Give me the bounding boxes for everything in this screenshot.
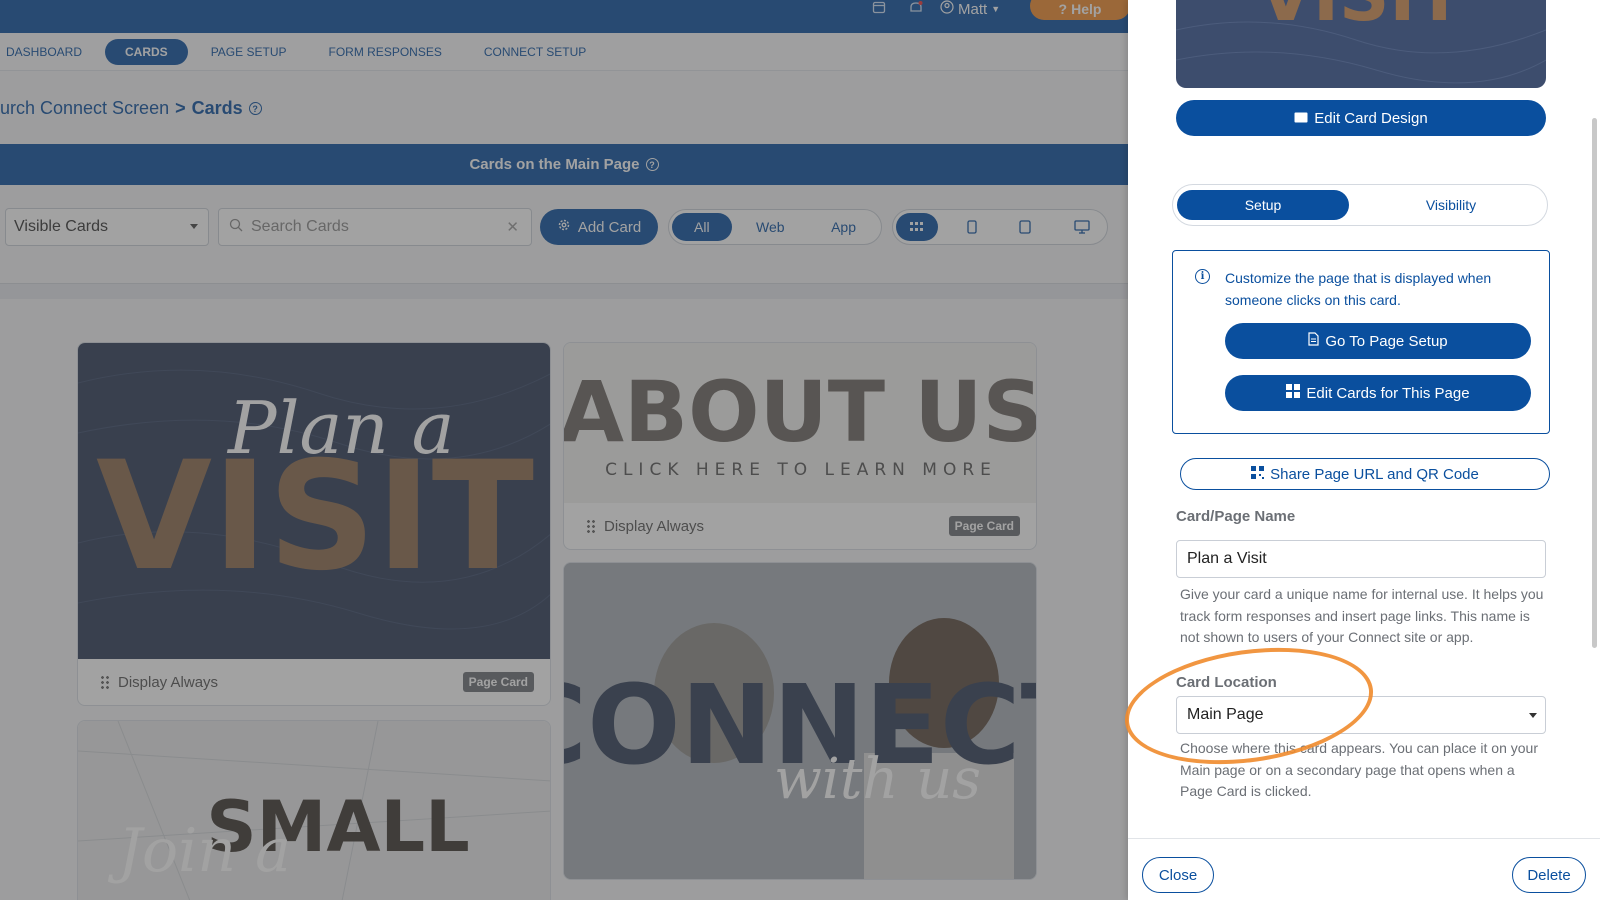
card-name-help: Give your card a unique name for interna…	[1180, 586, 1544, 645]
delete-button[interactable]: Delete	[1512, 857, 1586, 893]
grid-view-icon[interactable]	[896, 213, 938, 241]
tab-connect-setup[interactable]: CONNECT SETUP	[484, 45, 586, 59]
card-artwork-script: Join a	[107, 816, 291, 886]
drag-handle-icon[interactable]	[100, 675, 110, 689]
divider	[0, 283, 1128, 299]
tablet-view-icon[interactable]	[1005, 213, 1045, 241]
bell-icon[interactable]	[908, 0, 924, 18]
card-artwork-title: ABOUT US	[564, 363, 1036, 461]
add-card-button[interactable]: Add Card	[540, 209, 658, 245]
card-display-rule: Display Always	[118, 673, 219, 691]
chevron-down-icon: ▼	[991, 4, 1001, 14]
tab-cards[interactable]: CARDS	[105, 38, 188, 65]
card-display-rule: Display Always	[604, 517, 705, 535]
edit-card-design-button[interactable]: Edit Card Design	[1176, 100, 1546, 136]
tab-form-responses[interactable]: FORM RESPONSES	[328, 45, 441, 59]
platform-app[interactable]: App	[809, 213, 878, 241]
card-artwork-script: Plan a	[226, 386, 455, 470]
visibility-filter-select[interactable]: Visible Cards	[5, 208, 209, 246]
breadcrumb: urch Connect Screen > Cards ?	[0, 98, 262, 119]
tab-setup[interactable]: Setup	[1177, 190, 1349, 220]
caret-down-icon	[190, 224, 198, 229]
breadcrumb-parent[interactable]: urch Connect Screen	[0, 98, 169, 119]
card-artwork-script: with us	[774, 747, 981, 812]
card-small-group[interactable]: SMALL Join a	[77, 720, 551, 900]
user-menu[interactable]: Matt ▼	[940, 0, 1000, 18]
card-footer: Display Always Page Card	[78, 659, 550, 705]
card-name-input[interactable]: Plan a Visit	[1176, 540, 1546, 578]
panel-footer: Close Delete	[1128, 838, 1600, 900]
drag-handle-icon[interactable]	[586, 519, 596, 533]
grid-icon	[1286, 384, 1301, 402]
breadcrumb-separator: >	[175, 98, 186, 118]
platform-web[interactable]: Web	[734, 213, 807, 241]
search-box: ✕	[218, 208, 532, 246]
device-view-toggle	[892, 209, 1108, 245]
info-text: Customize the page that is displayed whe…	[1225, 270, 1492, 308]
search-input[interactable]	[251, 218, 501, 236]
card-settings-panel: VISIT Edit Card Design Setup Visibility …	[1128, 0, 1600, 900]
cards-toolbar: Visible Cards ✕ Add Card All Web App	[0, 208, 1128, 248]
help-circle-icon[interactable]: ?	[248, 102, 262, 115]
section-header: Cards on the Main Page ?	[0, 144, 1128, 185]
main-nav: DASHBOARD CARDS PAGE SETUP FORM RESPONSE…	[0, 33, 1128, 71]
card-image: SMALL Join a	[78, 721, 550, 900]
question-icon: ?	[1058, 1, 1068, 17]
gear-icon	[557, 218, 571, 236]
clear-icon[interactable]: ✕	[506, 218, 519, 236]
calendar-icon[interactable]	[872, 0, 886, 18]
tab-visibility[interactable]: Visibility	[1365, 190, 1537, 220]
phone-view-icon[interactable]	[953, 213, 991, 241]
breadcrumb-current: Cards	[191, 98, 243, 118]
card-plan-a-visit[interactable]: VISIT Plan a Display Always Page Card	[77, 342, 551, 706]
card-preview: VISIT	[1176, 0, 1546, 88]
card-type-badge: Page Card	[462, 672, 534, 692]
page-info-box: i Customize the page that is displayed w…	[1172, 250, 1550, 434]
image-icon	[1294, 110, 1308, 127]
card-image: ABOUT US CLICK HERE TO LEARN MORE	[564, 343, 1036, 503]
card-image: CONNECT with us	[564, 563, 1036, 879]
user-name: Matt	[958, 0, 988, 18]
card-connect-with-us[interactable]: CONNECT with us	[563, 562, 1037, 880]
preview-artwork-text: VISIT	[1259, 0, 1464, 37]
help-button[interactable]: ? Help	[1030, 0, 1128, 20]
search-icon	[229, 218, 243, 237]
card-type-badge: Page Card	[948, 516, 1020, 536]
card-name-label: Card/Page Name	[1176, 508, 1296, 525]
document-icon	[1308, 332, 1319, 350]
top-bar: Matt ▼ ? Help	[0, 0, 1128, 33]
cards-app: Matt ▼ ? Help DASHBOARD CARDS PAGE SETUP…	[0, 0, 1128, 900]
desktop-view-icon[interactable]	[1060, 213, 1104, 241]
tab-page-setup[interactable]: PAGE SETUP	[211, 45, 287, 59]
card-about-us[interactable]: ABOUT US CLICK HERE TO LEARN MORE Displa…	[563, 342, 1037, 550]
section-title: Cards on the Main Page	[469, 156, 640, 173]
platform-filter: All Web App	[668, 209, 882, 245]
card-artwork-subtitle: CLICK HERE TO LEARN MORE	[605, 460, 997, 480]
platform-all[interactable]: All	[672, 213, 732, 241]
close-button[interactable]: Close	[1142, 857, 1214, 893]
caret-down-icon	[1529, 713, 1537, 718]
panel-scrollbar[interactable]	[1592, 118, 1597, 648]
user-circle-icon	[940, 0, 954, 18]
help-circle-icon[interactable]: ?	[645, 158, 659, 171]
qr-code-icon	[1251, 465, 1265, 483]
go-to-page-setup-button[interactable]: Go To Page Setup	[1225, 323, 1531, 359]
card-footer: Display Always Page Card	[564, 503, 1036, 549]
share-page-url-button[interactable]: Share Page URL and QR Code	[1180, 458, 1550, 490]
edit-cards-for-page-button[interactable]: Edit Cards for This Page	[1225, 375, 1531, 411]
tab-dashboard[interactable]: DASHBOARD	[6, 45, 82, 59]
panel-tabs: Setup Visibility	[1172, 184, 1548, 226]
info-icon: i	[1195, 269, 1210, 284]
card-image: VISIT Plan a	[78, 343, 550, 659]
